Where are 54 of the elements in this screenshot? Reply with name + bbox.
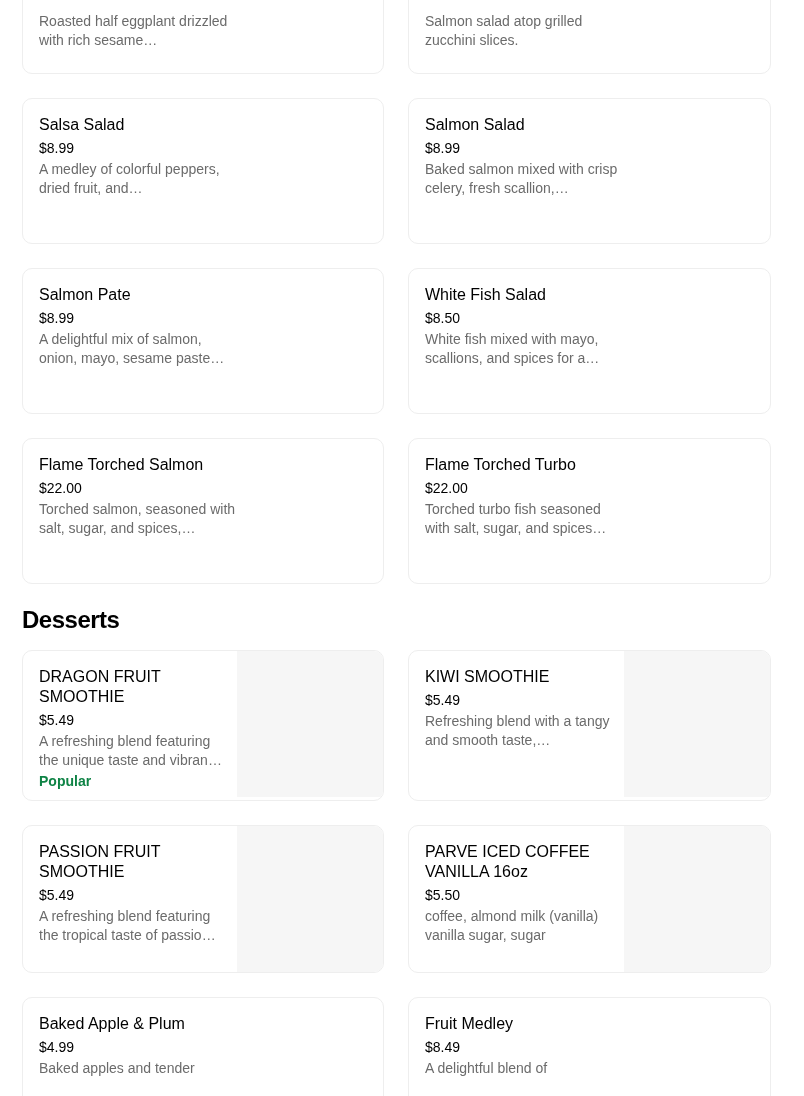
item-name: Salmon Pate <box>39 285 132 305</box>
menu-item-card[interactable]: KIWI SMOOTHIE $5.49 Refreshing blend with a tangy and smooth taste,… <box>408 650 771 801</box>
menu-item-card[interactable]: Salmon Pate $8.99 A delightful mix of salmon, onion, mayo, sesame paste… <box>22 268 384 414</box>
item-name: DRAGON FRUIT SMOOTHIE <box>39 667 162 707</box>
item-name: Fruit Medley <box>425 1014 515 1034</box>
item-name: KIWI SMOOTHIE <box>425 667 551 687</box>
item-description: A delightful mix of salmon, onion, mayo, sesame paste… <box>39 330 226 368</box>
item-description: A medley of colorful peppers, dried fruit, and… <box>39 160 221 198</box>
menu-item-card[interactable]: DRAGON FRUIT SMOOTHIE $5.49 A refreshing blend featuring the unique taste and vibran… Popular <box>22 650 384 801</box>
item-price: $5.49 <box>425 691 462 709</box>
popular-label: Popular <box>39 772 93 790</box>
item-price: $22.00 <box>425 479 469 497</box>
item-price: $8.99 <box>425 139 462 157</box>
menu-item-card[interactable]: Flame Torched Turbo $22.00 Torched turbo fish seasoned with salt, sugar, and spices… <box>408 438 771 584</box>
item-description: A refreshing blend featuring the tropical taste of passio… <box>39 907 217 945</box>
item-name: PARVE ICED COFFEE VANILLA 16oz <box>425 842 591 882</box>
section-heading: Desserts <box>22 606 121 634</box>
item-price: $5.50 <box>425 886 462 904</box>
menu-item-card[interactable]: Flame Torched Salmon $22.00 Torched salmon, seasoned with salt, sugar, and spices,… <box>22 438 384 584</box>
menu-item-card[interactable]: Baked Apple & Plum $4.99 Baked apples and tender <box>22 997 384 1096</box>
menu-item-card[interactable]: Fruit Medley $8.49 A delightful blend of <box>408 997 771 1096</box>
item-description: A delightful blend of <box>425 1059 549 1078</box>
item-price: $8.99 <box>39 139 76 157</box>
item-price: $8.50 <box>425 309 462 327</box>
item-name: Baked Apple & Plum <box>39 1014 186 1034</box>
item-name: Flame Torched Turbo <box>425 455 577 475</box>
item-description: Refreshing blend with a tangy and smooth taste,… <box>425 712 611 750</box>
item-description: Salmon salad atop grilled zucchini slices. <box>425 12 584 50</box>
item-name: White Fish Salad <box>425 285 547 305</box>
item-price: $5.49 <box>39 886 76 904</box>
item-price: $22.00 <box>39 479 83 497</box>
item-name: PASSION FRUIT SMOOTHIE <box>39 842 162 882</box>
item-description: coffee, almond milk (vanilla) vanilla sugar, sugar <box>425 907 600 945</box>
menu-item-card[interactable]: Salmon salad atop grilled zucchini slices. <box>408 0 771 74</box>
item-price: $8.49 <box>425 1038 462 1056</box>
item-description: A refreshing blend featuring the unique taste and vibran… <box>39 732 223 770</box>
item-price: $5.49 <box>39 711 76 729</box>
item-price: $4.99 <box>39 1038 76 1056</box>
item-description: Torched turbo fish seasoned with salt, sugar, and spices… <box>425 500 608 538</box>
menu-item-card[interactable]: Salmon Salad $8.99 Baked salmon mixed with crisp celery, fresh scallion,… <box>408 98 771 244</box>
item-name: Salmon Salad <box>425 115 526 135</box>
item-description: Roasted half eggplant drizzled with rich sesame… <box>39 12 229 50</box>
item-description: Torched salmon, seasoned with salt, sugar, and spices,… <box>39 500 237 538</box>
item-name: Flame Torched Salmon <box>39 455 205 475</box>
item-description: White fish mixed with mayo, scallions, and spices for a… <box>425 330 601 368</box>
menu-item-card[interactable]: PARVE ICED COFFEE VANILLA 16oz $5.50 coffee, almond milk (vanilla) vanilla sugar, sugar <box>408 825 771 973</box>
item-name: Salsa Salad <box>39 115 126 135</box>
menu-item-card[interactable]: Salsa Salad $8.99 A medley of colorful peppers, dried fruit, and… <box>22 98 384 244</box>
menu-item-card[interactable]: White Fish Salad $8.50 White fish mixed with mayo, scallions, and spices for a… <box>408 268 771 414</box>
menu-item-card[interactable]: PASSION FRUIT SMOOTHIE $5.49 A refreshing blend featuring the tropical taste of passio… <box>22 825 384 973</box>
item-description: Baked apples and tender <box>39 1059 196 1078</box>
item-price: $8.99 <box>39 309 76 327</box>
menu-item-card[interactable]: Roasted half eggplant drizzled with rich sesame… <box>22 0 384 74</box>
item-description: Baked salmon mixed with crisp celery, fresh scallion,… <box>425 160 619 198</box>
